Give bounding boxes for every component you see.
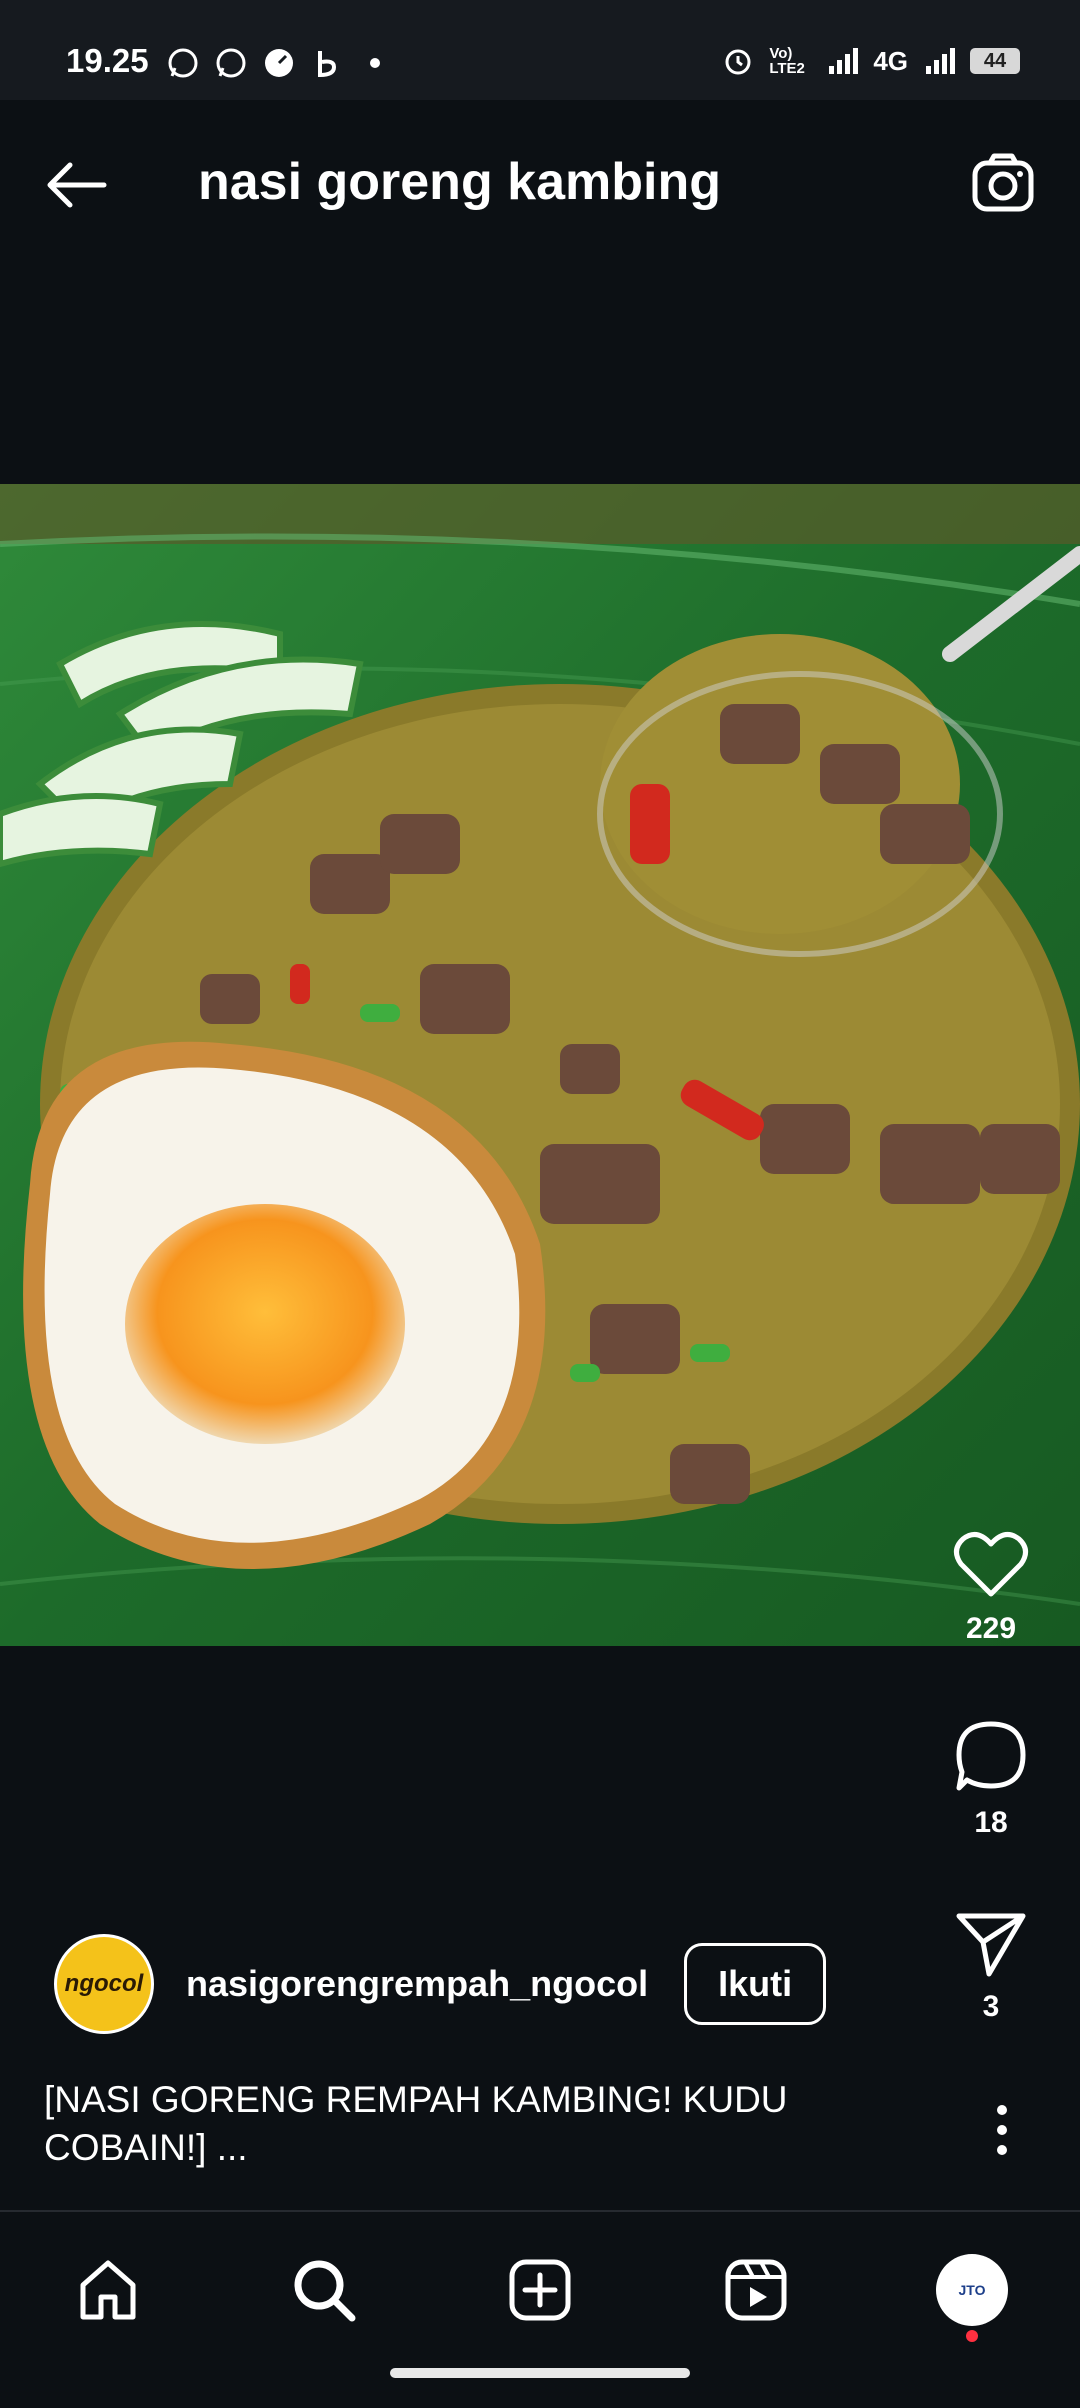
search-icon [294, 2260, 356, 2322]
heart-icon[interactable] [953, 1530, 1029, 1600]
network-label: 4G [873, 45, 908, 76]
alarm-icon [725, 49, 751, 75]
author-username[interactable]: nasigorengrempah_ngocol [186, 1963, 648, 2005]
status-bar: 19.25 Vo) LTE2 4G 44 [0, 0, 1080, 100]
status-right-icons: Vo) LTE2 4G 44 [721, 44, 1020, 78]
whatsapp-icon [216, 48, 246, 78]
reels-icon [725, 2259, 787, 2321]
status-time: 19.25 [66, 42, 149, 79]
comment-action[interactable]: 18 [916, 1718, 1066, 1840]
battery-level: 44 [983, 49, 1007, 72]
battery-icon: 44 [970, 48, 1020, 74]
whatsapp-icon [168, 48, 198, 78]
share-count: 3 [982, 1990, 1000, 2023]
notification-dot [966, 2330, 978, 2342]
signal-icon [829, 48, 859, 74]
bottom-navigation: JTO [0, 2210, 1080, 2408]
status-left-icons [166, 46, 392, 80]
profile-avatar-text: JTO [958, 2282, 986, 2298]
search-header: nasi goreng kambing [0, 100, 1080, 270]
nav-reels[interactable] [716, 2250, 796, 2330]
b-icon [318, 51, 337, 78]
nav-profile[interactable]: JTO [932, 2250, 1012, 2342]
page-title: nasi goreng kambing [198, 153, 721, 211]
create-icon [509, 2259, 571, 2321]
profile-avatar: JTO [936, 2254, 1008, 2326]
nav-search[interactable] [284, 2250, 364, 2330]
volte-label: Vo) LTE2 [769, 45, 805, 77]
home-indicator[interactable] [390, 2368, 690, 2378]
more-options-icon[interactable] [984, 2100, 1020, 2160]
home-icon [80, 2260, 136, 2320]
follow-button[interactable]: Ikuti [684, 1943, 827, 2025]
avatar-logo-text: ngocol [64, 1970, 144, 1997]
comment-icon[interactable] [953, 1718, 1029, 1794]
share-action[interactable]: 3 [916, 1908, 1066, 2024]
nav-create[interactable] [500, 2250, 580, 2330]
arrow-left-icon[interactable] [42, 150, 112, 220]
speedometer-icon [265, 49, 293, 77]
like-action[interactable]: 229 [916, 1530, 1066, 1646]
send-icon[interactable] [953, 1908, 1029, 1978]
post-caption[interactable]: [NASI GORENG REMPAH KAMBING! KUDU COBAIN… [44, 2076, 864, 2172]
camera-icon[interactable] [968, 148, 1038, 218]
food-image [0, 484, 1080, 1646]
dot-icon [370, 58, 380, 68]
like-count: 229 [965, 1612, 1017, 1645]
nav-home[interactable] [68, 2250, 148, 2330]
author-avatar[interactable]: ngocol [54, 1934, 154, 2034]
post-photo[interactable] [0, 484, 1080, 1646]
comment-count: 18 [974, 1806, 1008, 1839]
post-author: ngocol nasigorengrempah_ngocol Ikuti [54, 1934, 827, 2034]
wifi-signal-icon [926, 48, 955, 74]
